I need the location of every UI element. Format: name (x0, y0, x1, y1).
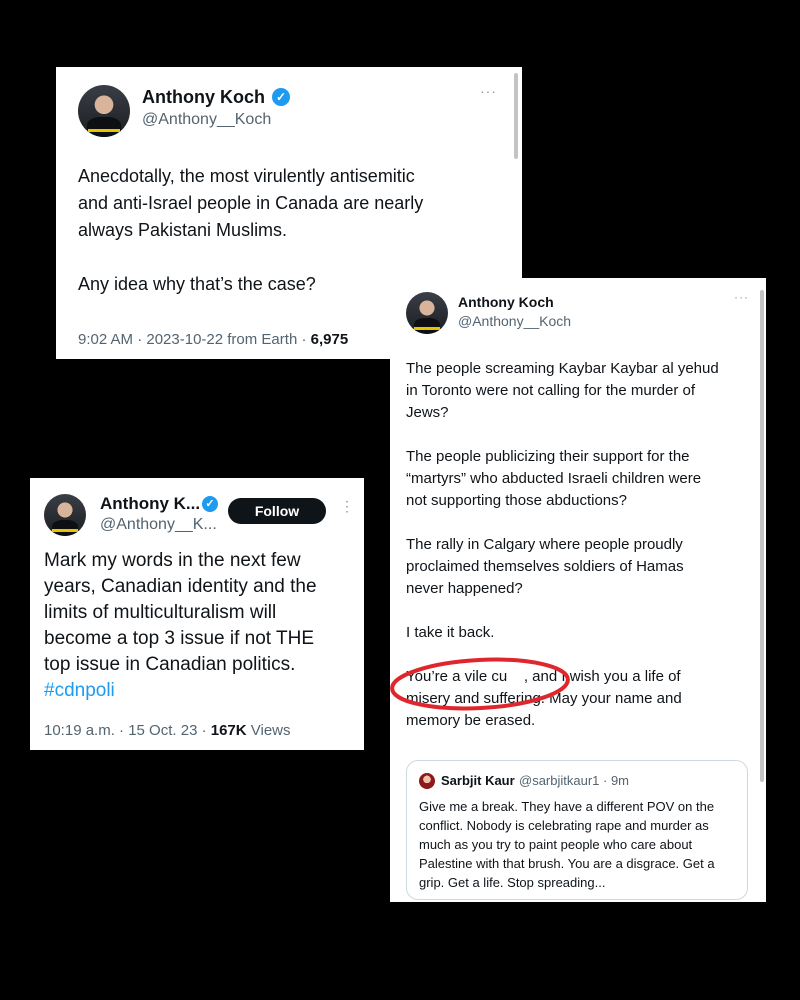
verified-badge-icon: ✓ (272, 88, 290, 106)
tweet-timestamp[interactable]: 9:02 AM · 2023-10-22 from Earth · (78, 331, 311, 348)
quote-text: Give me a break. They have a different P… (419, 799, 715, 890)
author-handle[interactable]: @Anthony__Koch (142, 111, 271, 129)
hashtag-link[interactable]: #cdnpoli (44, 680, 115, 701)
quote-avatar (419, 773, 435, 789)
avatar[interactable] (78, 85, 130, 137)
author-name[interactable]: Anthony Koch (142, 87, 265, 108)
scrollbar[interactable] (514, 73, 518, 159)
views-label: Views (246, 722, 291, 739)
author-handle[interactable]: @Anthony__K... (100, 516, 217, 534)
tweet-text: Mark my words in the next few years, Can… (44, 548, 360, 704)
tweet-meta: 10:19 a.m. · 15 Oct. 23 · 167K Views (44, 722, 291, 739)
tweet-card-c: Anthony K... ✓ @Anthony__K... Follow ⋮ M… (30, 478, 364, 750)
scrollbar[interactable] (760, 290, 764, 782)
tweet-body: Mark my words in the next few years, Can… (44, 550, 317, 675)
more-options-icon[interactable]: ⋮ (340, 498, 355, 515)
more-options-icon[interactable]: ··· (480, 83, 497, 99)
quote-author-name: Sarbjit Kaur (441, 773, 515, 788)
tweet-meta: 9:02 AM · 2023-10-22 from Earth · 6,975 (78, 331, 348, 348)
view-count: 167K (210, 722, 247, 739)
quote-author-handle: @sarbjitkaur1 · 9m (519, 773, 630, 788)
avatar[interactable] (44, 494, 86, 536)
view-count: 6,975 (310, 331, 349, 348)
quoted-tweet[interactable]: Sarbjit Kaur @sarbjitkaur1 · 9m Give me … (406, 760, 748, 900)
tweet-timestamp[interactable]: 10:19 a.m. · 15 Oct. 23 · (44, 722, 211, 739)
verified-badge-icon: ✓ (202, 496, 218, 512)
tweet-card-b: Anthony Koch @Anthony__Koch ··· The peop… (390, 278, 766, 902)
author-name[interactable]: Anthony K... (100, 494, 200, 514)
follow-button[interactable]: Follow (228, 498, 326, 524)
